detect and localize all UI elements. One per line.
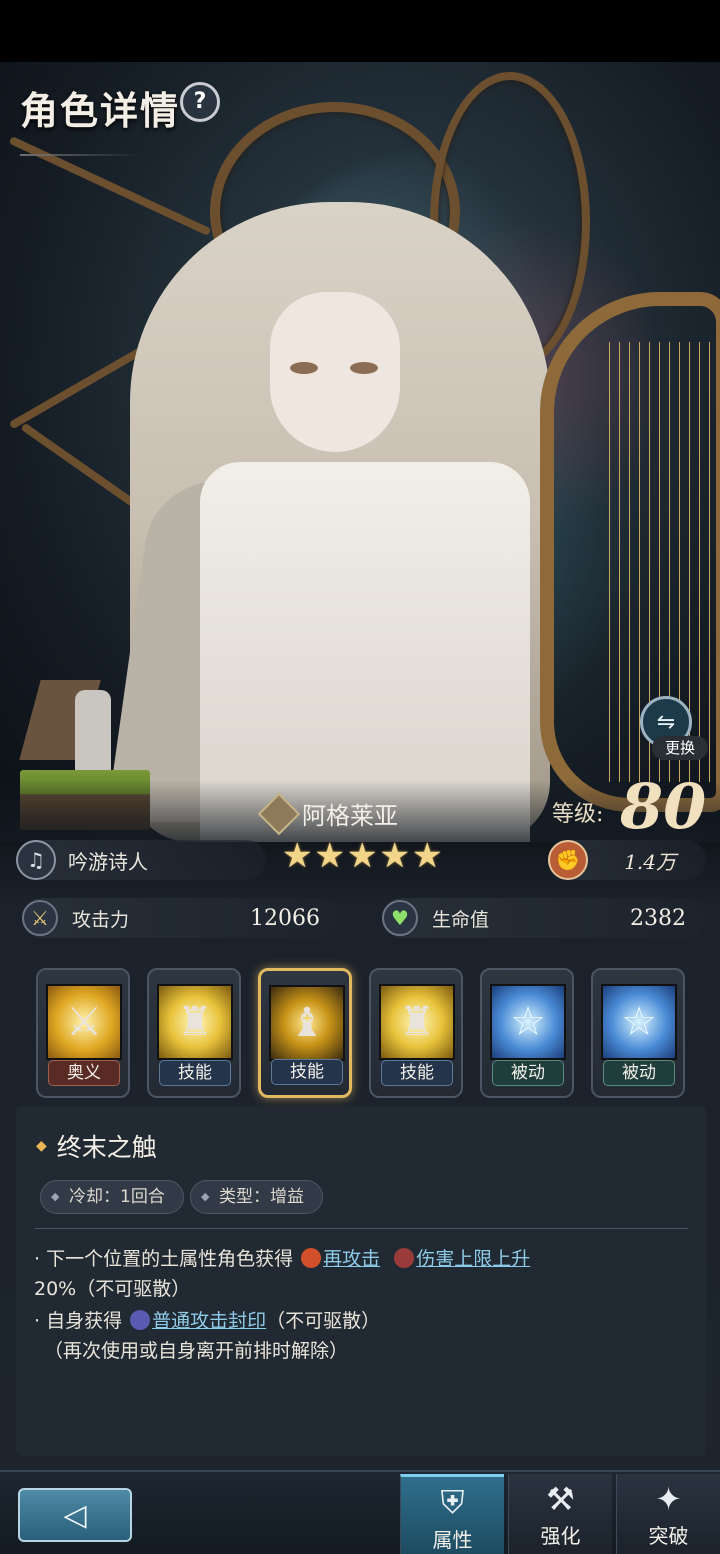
cooldown-text: 冷却：1回合 [69,1187,165,1207]
fist-icon: ✊ [548,840,588,880]
warrior-skill-icon: ♜ [157,984,233,1060]
star-icon: ★ [314,836,345,876]
skill-name: 终末之触 [56,1133,157,1162]
character-name: 阿格莱亚 [302,802,398,830]
skill-tag: 技能 [271,1059,343,1085]
skill-slot-3[interactable]: ♜ 技能 [369,968,463,1098]
effect-line-4: （再次使用或自身离开前排时解除） [44,1340,349,1362]
diamond-icon: ◆ [201,1190,210,1203]
earth-element-icon [257,792,301,835]
skill-tag: 技能 [381,1060,453,1086]
diamond-icon: ◆ [51,1190,60,1203]
skill-tag: 技能 [159,1060,231,1086]
tab-breakthrough[interactable]: ✦ 突破 [616,1474,720,1554]
skill-slot-passive-1[interactable]: ☆ 被动 [480,968,574,1098]
hp-label: 生命值 [432,908,490,931]
page-title: 角色详情 [20,88,181,133]
help-button[interactable]: ? [180,82,220,122]
status-bar [0,0,720,62]
attack-label: 攻击力 [72,908,130,931]
back-button[interactable]: ◁ [18,1488,132,1542]
tab-label: 突破 [648,1524,689,1548]
effect-line-1: · 下一个位置的土属性角色获得 再攻击 伤害上限上升 [34,1244,530,1271]
tab-enhance[interactable]: ⚒ 强化 [508,1474,612,1554]
burst-icon: ✦ [655,1480,682,1518]
skill-tag: 被动 [603,1060,675,1086]
star-rating: ★ ★ ★ ★ ★ [282,836,442,876]
class-row: ♫ 吟游诗人 [16,840,266,880]
star-icon: ★ [411,836,443,876]
attack-seal-keyword[interactable]: 普通攻击封印 [152,1310,266,1332]
re-attack-keyword[interactable]: 再攻击 [323,1248,380,1270]
arrow-left-icon: ◁ [63,1497,87,1533]
level-value: 80 [620,770,707,843]
swords-icon: ⚔ [22,900,58,936]
star-icon: ★ [346,836,378,876]
helmet-icon: ⛨ [440,1483,465,1521]
star-passive-icon: ☆ [490,984,566,1060]
diamond-icon: ◆ [36,1138,47,1154]
tab-label: 强化 [540,1524,581,1548]
seal-icon [130,1310,151,1330]
heart-icon: ♥ [382,900,418,936]
cooldown-chip: ◆ 冷却：1回合 [40,1180,184,1214]
hp-value: 2382 [630,905,686,931]
type-chip: ◆ 类型：增益 [190,1180,323,1214]
swap-label[interactable]: 更换 [652,736,708,760]
skill-title: ◆ 终末之触 [36,1128,157,1164]
hp-stat: ♥ 生命值 2382 [382,898,706,938]
warrior-skill-icon: ♜ [379,984,455,1060]
effect-line-2: 20%（不可驱散） [34,1278,191,1300]
tab-attributes[interactable]: ⛨ 属性 [400,1474,504,1554]
level-label: 等级: [552,802,604,827]
figure-skill-icon: ♝ [269,985,345,1061]
skill-slot-ultimate[interactable]: ⚔ 奥义 [36,968,130,1098]
power-value: 1.4万 [624,849,676,874]
damage-cap-icon [394,1248,415,1268]
attack-stat: ⚔ 攻击力 12066 [22,898,340,938]
effect-line-3: · 自身获得 普通攻击封印（不可驱散） [34,1306,380,1333]
skill-tag: 奥义 [48,1060,120,1086]
effect-text: （不可驱散） [266,1310,381,1332]
skill-list: ⚔ 奥义 ♜ 技能 ♝ 技能 ♜ 技能 ☆ 被动 ☆ 被动 [36,968,685,1098]
attack-value: 12066 [250,905,320,931]
character-name-row: 阿格莱亚 [257,792,398,835]
anvil-icon: ⚒ [546,1480,575,1518]
crossed-swords-icon: ⚔ [46,984,122,1060]
bottom-navigation: ◁ ⛨ 属性 ⚒ 强化 ✦ 突破 [0,1470,720,1554]
star-icon: ★ [379,836,410,876]
divider [34,1228,688,1229]
re-attack-icon [301,1248,322,1268]
skill-slot-1[interactable]: ♜ 技能 [147,968,241,1098]
power-row[interactable]: ✊ 1.4万 [548,840,706,880]
lyre-icon: ♫ [16,840,56,880]
damage-cap-keyword[interactable]: 伤害上限上升 [416,1248,530,1270]
star-passive-icon: ☆ [601,984,677,1060]
title-underline [20,154,140,156]
swap-icon: ⇋ [656,709,676,735]
tab-label: 属性 [432,1528,473,1552]
skill-slot-passive-2[interactable]: ☆ 被动 [591,968,685,1098]
effect-text: · 下一个位置的土属性角色获得 [34,1248,294,1270]
skill-slot-2[interactable]: ♝ 技能 [258,968,352,1098]
star-icon: ★ [282,836,313,876]
type-text: 类型：增益 [219,1187,304,1207]
effect-text: · 自身获得 [34,1310,123,1332]
class-name: 吟游诗人 [68,849,148,874]
skill-tag: 被动 [492,1060,564,1086]
